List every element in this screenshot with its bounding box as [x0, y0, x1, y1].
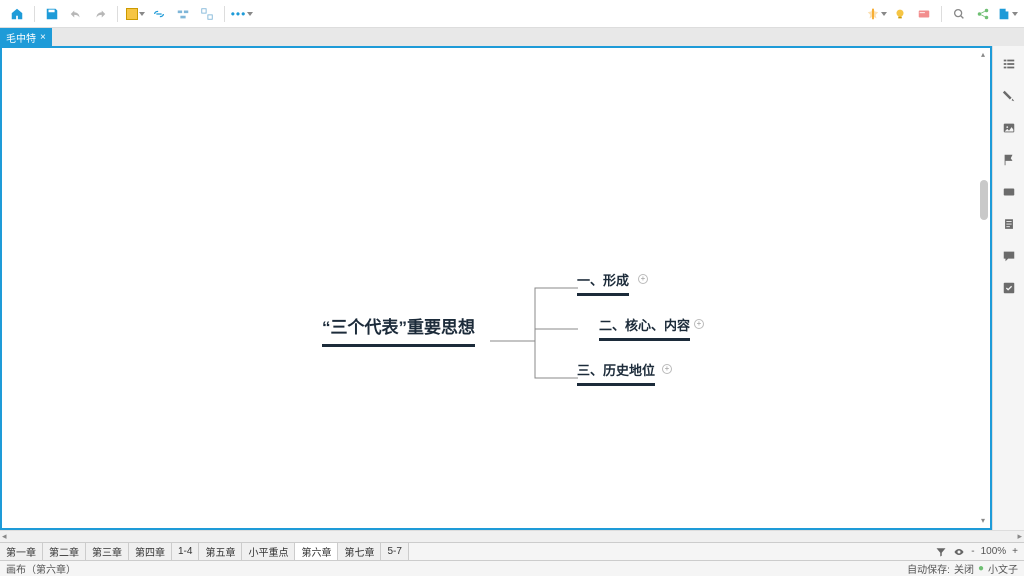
- search-button[interactable]: [948, 3, 970, 25]
- sheet-tab[interactable]: 第六章: [295, 543, 338, 560]
- card-button[interactable]: [913, 3, 935, 25]
- eye-icon[interactable]: [953, 546, 965, 558]
- child-node-1[interactable]: 一、形成: [577, 270, 629, 296]
- status-user: 小文子: [988, 561, 1018, 576]
- share-button[interactable]: [972, 3, 994, 25]
- node-icon[interactable]: [999, 182, 1019, 202]
- right-panel: [992, 46, 1024, 530]
- close-icon[interactable]: ×: [40, 32, 46, 43]
- link-button[interactable]: [148, 3, 170, 25]
- lightbulb-button[interactable]: [889, 3, 911, 25]
- save-button[interactable]: [41, 3, 63, 25]
- chevron-down-icon: [881, 12, 887, 16]
- filter-icon[interactable]: [935, 546, 947, 558]
- document-tabbar: 毛中特 ×: [0, 28, 1024, 46]
- flag-icon[interactable]: [999, 150, 1019, 170]
- sheet-tab[interactable]: 1-4: [172, 543, 199, 560]
- child-node-3[interactable]: 三、历史地位: [577, 360, 655, 386]
- mindmap-canvas[interactable]: “三个代表”重要思想 一、形成 二、核心、内容 三、历史地位 + + +: [2, 48, 990, 528]
- chevron-down-icon: [247, 12, 253, 16]
- chevron-down-icon: [139, 12, 145, 16]
- redo-button[interactable]: [89, 3, 111, 25]
- undo-button[interactable]: [65, 3, 87, 25]
- sheet-tab[interactable]: 第二章: [43, 543, 86, 560]
- group-button[interactable]: [172, 3, 194, 25]
- vertical-scrollbar[interactable]: ▴ ▾: [978, 50, 988, 526]
- palette-button[interactable]: [124, 3, 146, 25]
- comment-icon[interactable]: [999, 246, 1019, 266]
- zoom-in-button[interactable]: +: [1012, 546, 1018, 557]
- child-node-2[interactable]: 二、核心、内容: [599, 315, 690, 341]
- ungroup-button[interactable]: [196, 3, 218, 25]
- sheet-tab[interactable]: 5-7: [381, 543, 408, 560]
- sheet-tab[interactable]: 第五章: [199, 543, 242, 560]
- separator: [224, 6, 225, 22]
- autosave-state[interactable]: 关闭: [954, 561, 974, 576]
- main-area: “三个代表”重要思想 一、形成 二、核心、内容 三、历史地位 + + + ▴ ▾: [0, 46, 1024, 530]
- zoom-level: 100%: [981, 546, 1007, 557]
- task-icon[interactable]: [999, 278, 1019, 298]
- expand-toggle-2[interactable]: +: [694, 319, 704, 329]
- sheet-tab[interactable]: 第七章: [338, 543, 381, 560]
- root-node[interactable]: “三个代表”重要思想: [322, 313, 475, 347]
- status-left: 画布（第六章）: [6, 561, 76, 576]
- chevron-down-icon: [1012, 12, 1018, 16]
- image-icon[interactable]: [999, 118, 1019, 138]
- expand-toggle-1[interactable]: +: [638, 274, 648, 284]
- autosave-label: 自动保存:: [907, 561, 950, 576]
- scroll-left-icon[interactable]: ◂: [0, 531, 9, 542]
- top-toolbar: •••: [0, 0, 1024, 28]
- export-button[interactable]: [996, 3, 1018, 25]
- more-button[interactable]: •••: [231, 3, 253, 25]
- canvas-viewport[interactable]: “三个代表”重要思想 一、形成 二、核心、内容 三、历史地位 + + + ▴ ▾: [0, 46, 992, 530]
- scroll-up-icon[interactable]: ▴: [978, 50, 988, 60]
- marker-button[interactable]: [865, 3, 887, 25]
- document-tab[interactable]: 毛中特 ×: [0, 28, 52, 46]
- connector-lines: [490, 286, 578, 381]
- scroll-down-icon[interactable]: ▾: [978, 516, 988, 526]
- separator: [117, 6, 118, 22]
- scroll-thumb[interactable]: [980, 180, 988, 220]
- separator: [34, 6, 35, 22]
- outline-icon[interactable]: [999, 54, 1019, 74]
- scroll-right-icon[interactable]: ▸: [1015, 531, 1024, 542]
- horizontal-scrollbar[interactable]: ◂ ▸: [0, 530, 1024, 542]
- sheet-bar: 第一章第二章第三章第四章1-4第五章小平重点第六章第七章5-7 - 100% +: [0, 542, 1024, 560]
- zoom-out-button[interactable]: -: [971, 546, 974, 557]
- sheet-tab[interactable]: 第一章: [0, 543, 43, 560]
- home-button[interactable]: [6, 3, 28, 25]
- sheet-tab[interactable]: 第三章: [86, 543, 129, 560]
- expand-toggle-3[interactable]: +: [662, 364, 672, 374]
- sheet-tab[interactable]: 第四章: [129, 543, 172, 560]
- sheet-tools: - 100% +: [929, 543, 1024, 560]
- status-bar: 画布（第六章） 自动保存: 关闭 ● 小文子: [0, 560, 1024, 576]
- sheet-tab[interactable]: 小平重点: [242, 543, 295, 560]
- note-icon[interactable]: [999, 214, 1019, 234]
- separator: [941, 6, 942, 22]
- format-icon[interactable]: [999, 86, 1019, 106]
- tab-title: 毛中特: [6, 30, 36, 45]
